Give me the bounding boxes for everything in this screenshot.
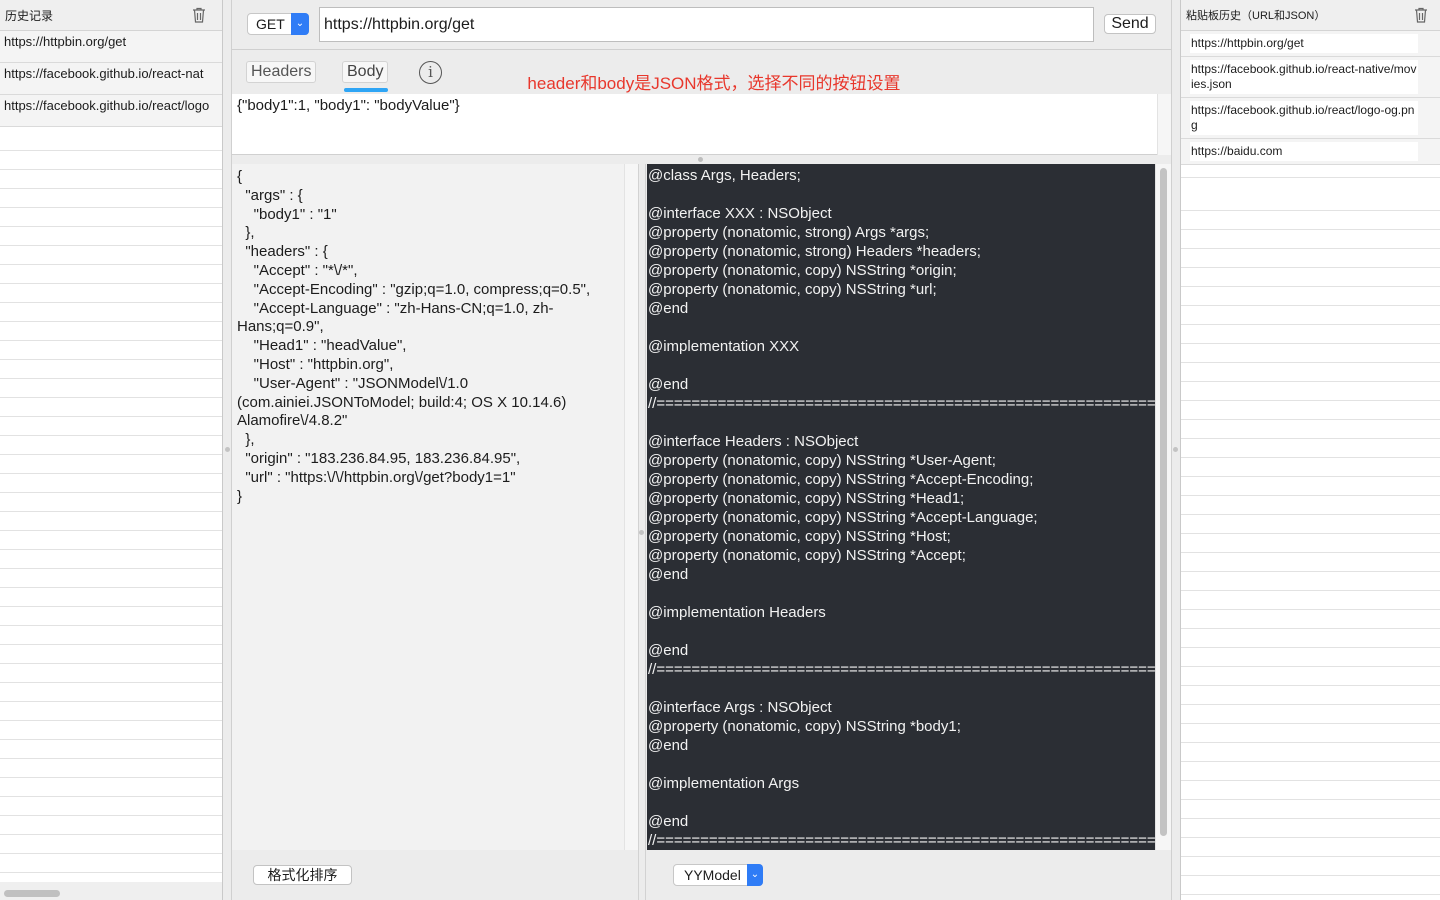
clipboard-item[interactable]: https://facebook.github.io/react/logo-og… [1181,98,1440,139]
clipboard-item-text: https://facebook.github.io/react/logo-og… [1190,101,1418,135]
request-bar: GET ⌄ Send [232,0,1171,50]
history-title: 历史记录 [5,8,54,23]
right-split-divider[interactable] [1171,0,1180,900]
split-handle-dot [225,447,230,452]
url-input[interactable] [319,7,1094,42]
method-value: GET [256,16,285,32]
clipboard-item-text: https://facebook.github.io/react-native/… [1190,60,1418,94]
history-item[interactable]: https://facebook.github.io/react/logo [0,95,222,127]
trash-icon[interactable] [1412,6,1430,24]
model-type-value: YYModel [684,867,741,883]
clipboard-item[interactable]: https://baidu.com [1181,139,1440,165]
split-handle-dot [639,530,644,535]
split-handle-dot[interactable] [698,157,703,162]
clipboard-sidebar: 粘贴板历史（URL和JSON） https://httpbin.org/get … [1180,0,1440,900]
method-select[interactable]: GET ⌄ [247,13,309,35]
model-type-select[interactable]: YYModel ⌄ [673,864,763,886]
response-scrollbar[interactable] [624,164,638,850]
model-footer: YYModel ⌄ [647,850,1171,900]
clipboard-item-text: https://baidu.com [1190,142,1418,161]
history-item[interactable]: https://facebook.github.io/react-nat [0,63,222,95]
chevron-updown-icon: ⌄ [747,864,763,886]
history-item[interactable]: https://httpbin.org/get [0,31,222,63]
trash-icon[interactable] [190,6,208,24]
tab-body[interactable]: Body [342,61,389,83]
model-code-view[interactable]: @class Args, Headers; @interface XXX : N… [647,164,1155,850]
response-json-view[interactable]: { "args" : { "body1" : "1" }, "headers" … [232,164,624,850]
pane-split-divider[interactable] [638,164,646,900]
active-tab-indicator [344,88,388,92]
clipboard-list: https://httpbin.org/get https://facebook… [1181,30,1440,900]
code-scroll-thumb[interactable] [1160,168,1167,836]
clipboard-item[interactable]: https://httpbin.org/get [1181,31,1440,57]
tab-headers[interactable]: Headers [246,61,317,83]
history-horizontal-scrollbar[interactable] [4,890,60,897]
clipboard-header: 粘贴板历史（URL和JSON） [1181,0,1440,30]
left-split-divider[interactable] [223,0,232,900]
clipboard-item[interactable]: https://facebook.github.io/react-native/… [1181,57,1440,98]
split-handle-dot [1173,447,1178,452]
body-params-editor[interactable]: {"body1":1, "body1": "bodyValue"} [232,94,1157,155]
response-footer: 格式化排序 [232,850,638,900]
clipboard-title: 粘贴板历史（URL和JSON） [1186,10,1326,22]
chevron-updown-icon: ⌄ [291,13,309,35]
main-panel: GET ⌄ Send Headers Body i header和body是JS… [232,0,1171,900]
history-sidebar: 历史记录 https://httpbin.org/get https://fac… [0,0,223,900]
send-button[interactable]: Send [1104,14,1156,34]
info-icon[interactable]: i [419,61,442,84]
body-editor-scrollbar[interactable] [1157,94,1171,155]
clipboard-item-text: https://httpbin.org/get [1190,34,1418,53]
code-scrollbar[interactable] [1155,164,1171,850]
history-list: https://httpbin.org/get https://facebook… [0,30,222,882]
format-sort-button[interactable]: 格式化排序 [253,865,352,885]
history-header: 历史记录 [0,0,222,30]
